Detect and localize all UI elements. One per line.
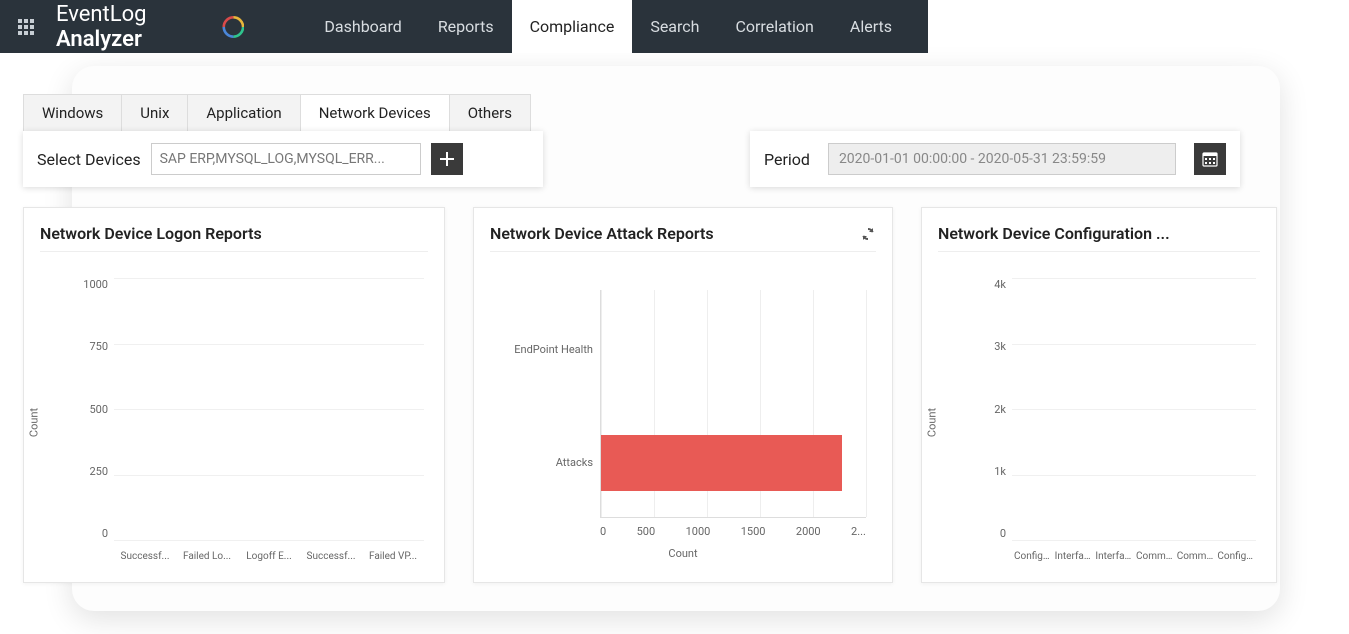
x-tick-label: 1000	[686, 525, 711, 538]
tab-network-devices[interactable]: Network Devices	[301, 94, 450, 131]
period-label: Period	[764, 150, 810, 169]
y-axis-label: Count	[926, 408, 939, 437]
brand-swirl-icon	[222, 14, 245, 40]
tab-unix[interactable]: Unix	[122, 94, 188, 131]
chart-config: Count 4k3k2k1k0 Config...Interfa...Inter…	[938, 260, 1260, 572]
widget-logon-reports: Network Device Logon Reports Count 10007…	[23, 207, 445, 583]
x-tick-label: Config...	[1012, 551, 1053, 562]
calendar-icon	[1202, 151, 1218, 167]
nav-item-compliance[interactable]: Compliance	[512, 0, 633, 53]
chart-attack: EndPoint Health Attacks 0 500 1000 1500 2000 2…	[490, 260, 876, 572]
plus-icon	[440, 152, 454, 166]
x-axis-label: Count	[490, 547, 876, 560]
y-tick-label: Attacks	[491, 456, 593, 469]
widget-title: Network Device Attack Reports	[490, 224, 714, 243]
x-tick-label: Failed Lo...	[176, 551, 238, 562]
x-tick-label: Interfa...	[1093, 551, 1134, 562]
x-tick-label: Config...	[1215, 551, 1256, 562]
widget-title: Network Device Logon Reports	[40, 224, 262, 243]
apps-grid-icon[interactable]	[18, 19, 34, 35]
x-tick-label: 500	[637, 525, 656, 538]
x-tick-label: Successf...	[114, 551, 176, 562]
x-tick-label: Comm...	[1134, 551, 1175, 562]
x-tick-label: Logoff E...	[238, 551, 300, 562]
x-tick-label: 0	[600, 525, 606, 538]
chart-logon: Count 10007505002500 Successf...Failed L…	[40, 260, 428, 572]
nav-item-reports[interactable]: Reports	[420, 0, 512, 53]
nav-item-dashboard[interactable]: Dashboard	[306, 0, 419, 53]
topbar: EventLog Analyzer DashboardReportsCompli…	[0, 0, 928, 53]
nav-item-search[interactable]: Search	[632, 0, 717, 53]
brand-text: EventLog Analyzer	[56, 2, 216, 52]
add-device-button[interactable]	[431, 143, 463, 175]
widget-title: Network Device Configuration ...	[938, 224, 1170, 243]
x-tick-label: Comm...	[1175, 551, 1216, 562]
x-tick-label: 2...	[851, 525, 866, 538]
bar[interactable]	[601, 435, 842, 491]
x-tick-label: Interfa...	[1053, 551, 1094, 562]
tab-others[interactable]: Others	[450, 94, 531, 131]
y-tick-label: EndPoint Health	[491, 343, 593, 356]
x-tick-label: 1500	[741, 525, 766, 538]
select-devices-input[interactable]: SAP ERP,MYSQL_LOG,MYSQL_ERR...	[151, 143, 421, 175]
x-tick-label: 2000	[796, 525, 821, 538]
select-devices-label: Select Devices	[37, 150, 141, 169]
calendar-button[interactable]	[1194, 143, 1226, 175]
tab-windows[interactable]: Windows	[23, 94, 122, 131]
main-nav: DashboardReportsComplianceSearchCorrelat…	[306, 0, 910, 53]
y-axis-label: Count	[28, 408, 41, 437]
refresh-icon[interactable]	[860, 226, 876, 242]
period-input[interactable]: 2020-01-01 00:00:00 - 2020-05-31 23:59:5…	[828, 143, 1176, 175]
select-devices-panel: Select Devices SAP ERP,MYSQL_LOG,MYSQL_E…	[23, 131, 543, 187]
brand-logo: EventLog Analyzer	[56, 2, 244, 52]
widget-config-reports: Network Device Configuration ... Count 4…	[921, 207, 1277, 583]
period-panel: Period 2020-01-01 00:00:00 - 2020-05-31 …	[750, 131, 1240, 187]
nav-item-alerts[interactable]: Alerts	[832, 0, 910, 53]
tab-application[interactable]: Application	[188, 94, 300, 131]
x-tick-label: Successf...	[300, 551, 362, 562]
sub-tabs: WindowsUnixApplicationNetwork DevicesOth…	[23, 94, 531, 131]
widgets-row: Network Device Logon Reports Count 10007…	[23, 207, 1277, 583]
nav-item-correlation[interactable]: Correlation	[717, 0, 831, 53]
widget-attack-reports: Network Device Attack Reports EndPoint H…	[473, 207, 893, 583]
x-tick-label: Failed VP...	[362, 551, 424, 562]
